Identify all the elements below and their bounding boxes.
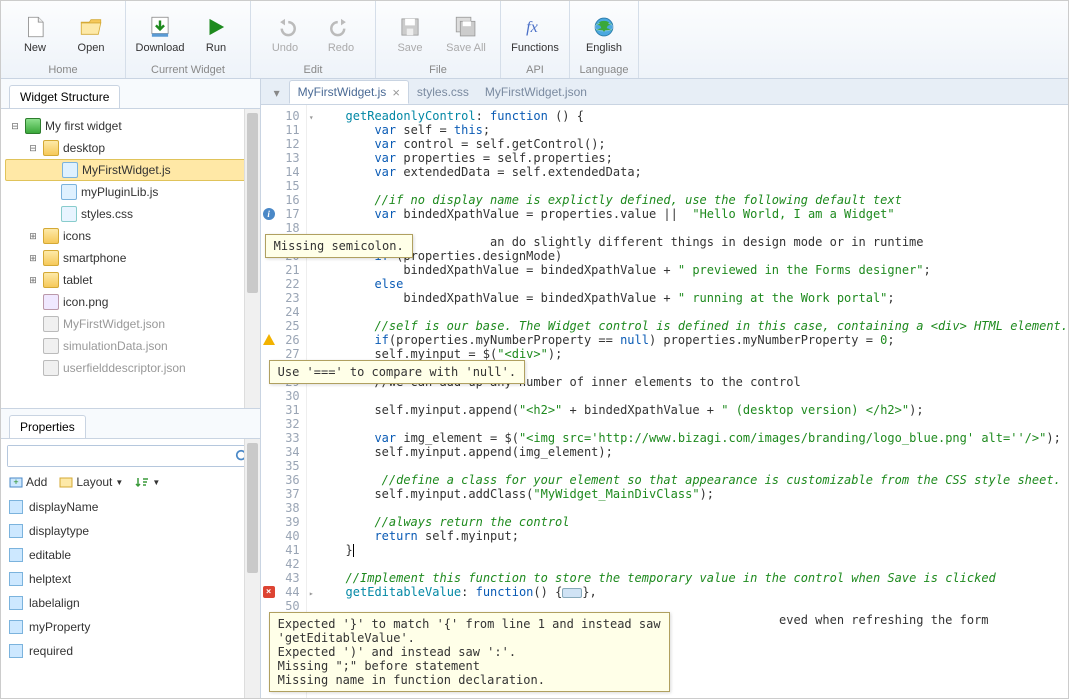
folder-icon [43, 250, 59, 266]
tree-item[interactable]: ⊟My first widget [5, 115, 256, 137]
error-icon[interactable]: × [263, 586, 275, 598]
property-row[interactable]: editable [1, 543, 260, 567]
editor-tab[interactable]: styles.css [409, 80, 477, 104]
code-editor[interactable]: 10▾111213141516i171819202122232425262728… [261, 105, 1068, 698]
svg-text:fx: fx [526, 18, 539, 36]
tree-item[interactable]: userfielddescriptor.json [5, 357, 256, 379]
property-icon [9, 596, 23, 610]
properties-panel: Properties + Add [1, 408, 260, 698]
tree-item[interactable]: myPluginLib.js [5, 181, 256, 203]
property-row[interactable]: labelalign [1, 591, 260, 615]
layout-button[interactable]: Layout ▼ [59, 475, 123, 489]
left-pane: Widget Structure ⊟My first widget⊟deskto… [1, 79, 261, 698]
property-row[interactable]: displayName [1, 495, 260, 519]
property-icon [9, 644, 23, 658]
editor-tab[interactable]: MyFirstWidget.js× [289, 80, 409, 104]
tree-item[interactable]: simulationData.json [5, 335, 256, 357]
info-icon[interactable]: i [263, 208, 275, 220]
undo-button[interactable]: Undo [257, 6, 313, 62]
tree-item[interactable]: MyFirstWidget.json [5, 313, 256, 335]
tree-item[interactable]: MyFirstWidget.js [5, 159, 256, 181]
new-button[interactable]: New [7, 6, 63, 62]
save-button[interactable]: Save [382, 6, 438, 62]
img-icon [43, 294, 59, 310]
download-button[interactable]: Download [132, 6, 188, 62]
folder-icon [43, 228, 59, 244]
tree-toggle-icon[interactable]: ⊟ [27, 143, 39, 154]
tree-item[interactable]: icon.png [5, 291, 256, 313]
lint-tooltip: Expected '}' to match '{' from line 1 an… [269, 612, 670, 692]
open-button[interactable]: Open [63, 6, 119, 62]
tree-scrollbar[interactable] [244, 109, 260, 408]
folder-icon [43, 140, 59, 156]
tree-item[interactable]: ⊞smartphone [5, 247, 256, 269]
svg-text:+: + [13, 477, 18, 487]
widget-structure-tab[interactable]: Widget Structure [9, 85, 120, 108]
property-row[interactable]: myProperty [1, 615, 260, 639]
sort-button[interactable]: ▼ [135, 475, 160, 489]
lint-tooltip: Use '===' to compare with 'null'. [269, 360, 525, 384]
ribbon-toolbar: NewOpenHomeDownloadRunCurrent WidgetUndo… [1, 1, 1068, 79]
js-icon [62, 162, 78, 178]
editor-tab[interactable]: MyFirstWidget.json [477, 80, 595, 104]
properties-search-input[interactable] [8, 446, 231, 466]
json-icon [43, 316, 59, 332]
json-icon [43, 338, 59, 354]
property-icon [9, 620, 23, 634]
js-icon [61, 184, 77, 200]
property-row[interactable]: displaytype [1, 519, 260, 543]
tree-toggle-icon[interactable]: ⊞ [27, 275, 39, 286]
functions-button[interactable]: fxFunctions [507, 6, 563, 62]
properties-scrollbar[interactable] [244, 439, 260, 698]
editor-tabbar: ▾ MyFirstWidget.js×styles.cssMyFirstWidg… [261, 79, 1068, 105]
tree-toggle-icon[interactable]: ⊞ [27, 231, 39, 242]
property-icon [9, 500, 23, 514]
saveall-button[interactable]: Save All [438, 6, 494, 62]
tree-toggle-icon[interactable]: ⊟ [9, 121, 21, 132]
english-button[interactable]: English [576, 6, 632, 62]
property-row[interactable]: helptext [1, 567, 260, 591]
tree-item[interactable]: ⊞icons [5, 225, 256, 247]
tree-item[interactable]: ⊞tablet [5, 269, 256, 291]
run-button[interactable]: Run [188, 6, 244, 62]
tab-prev-button[interactable]: ▾ [265, 82, 289, 104]
property-icon [9, 572, 23, 586]
tree-item[interactable]: styles.css [5, 203, 256, 225]
lint-tooltip: Missing semicolon. [265, 234, 413, 258]
folder-icon [43, 272, 59, 288]
add-property-button[interactable]: + Add [9, 475, 47, 489]
property-icon [9, 548, 23, 562]
widget-structure-panel: ⊟My first widget⊟desktopMyFirstWidget.js… [1, 108, 260, 408]
redo-button[interactable]: Redo [313, 6, 369, 62]
close-icon[interactable]: × [392, 85, 400, 100]
properties-tab[interactable]: Properties [9, 415, 86, 438]
tree-item[interactable]: ⊟desktop [5, 137, 256, 159]
css-icon [61, 206, 77, 222]
warning-icon[interactable] [263, 334, 275, 345]
property-icon [9, 524, 23, 538]
json-icon [43, 360, 59, 376]
property-row[interactable]: required [1, 639, 260, 663]
box-icon [25, 118, 41, 134]
tree-toggle-icon[interactable]: ⊞ [27, 253, 39, 264]
editor-pane: ▾ MyFirstWidget.js×styles.cssMyFirstWidg… [261, 79, 1068, 698]
